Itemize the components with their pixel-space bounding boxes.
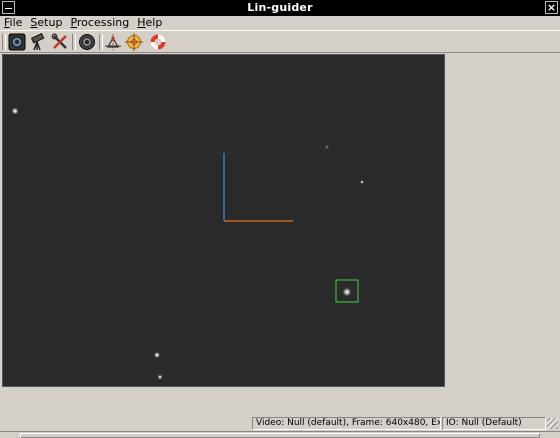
title-bar: Lin-guider × [0, 0, 560, 16]
close-button[interactable]: × [545, 1, 558, 14]
target-icon[interactable] [125, 33, 143, 51]
menu-help[interactable]: Help [133, 16, 166, 30]
tools-icon[interactable] [51, 33, 69, 51]
horizontal-scrollbar[interactable] [0, 431, 560, 438]
lifebuoy-icon[interactable] [149, 33, 167, 51]
star [342, 287, 352, 297]
resize-grip-icon[interactable] [547, 418, 558, 429]
toolbar-separator [99, 34, 103, 50]
toolbar [0, 30, 560, 53]
video-status: Video: Null (default), Frame: 640x480, E… [252, 417, 441, 430]
io-status: IO: Null (Default) [442, 417, 546, 430]
menu-setup[interactable]: Setup [26, 16, 66, 30]
star [359, 179, 365, 185]
star [157, 374, 163, 380]
scrollbar-thumb[interactable] [20, 433, 540, 438]
star [11, 107, 19, 115]
camera-icon[interactable] [8, 33, 26, 51]
telescope-icon[interactable] [29, 33, 47, 51]
status-bar: Video: Null (default), Frame: 640x480, E… [0, 416, 560, 430]
guide-icon[interactable] [104, 33, 122, 51]
star-field [11, 107, 365, 380]
settings-icon[interactable] [78, 33, 96, 51]
window-title: Lin-guider [247, 1, 313, 14]
menu-bar: File Setup Processing Help [0, 16, 560, 30]
video-frame[interactable] [2, 54, 445, 387]
menu-processing[interactable]: Processing [66, 16, 133, 30]
star [153, 351, 161, 359]
toolbar-separator [2, 34, 6, 50]
star [325, 145, 329, 149]
toolbar-separator [72, 34, 76, 50]
menu-file[interactable]: File [0, 16, 26, 30]
